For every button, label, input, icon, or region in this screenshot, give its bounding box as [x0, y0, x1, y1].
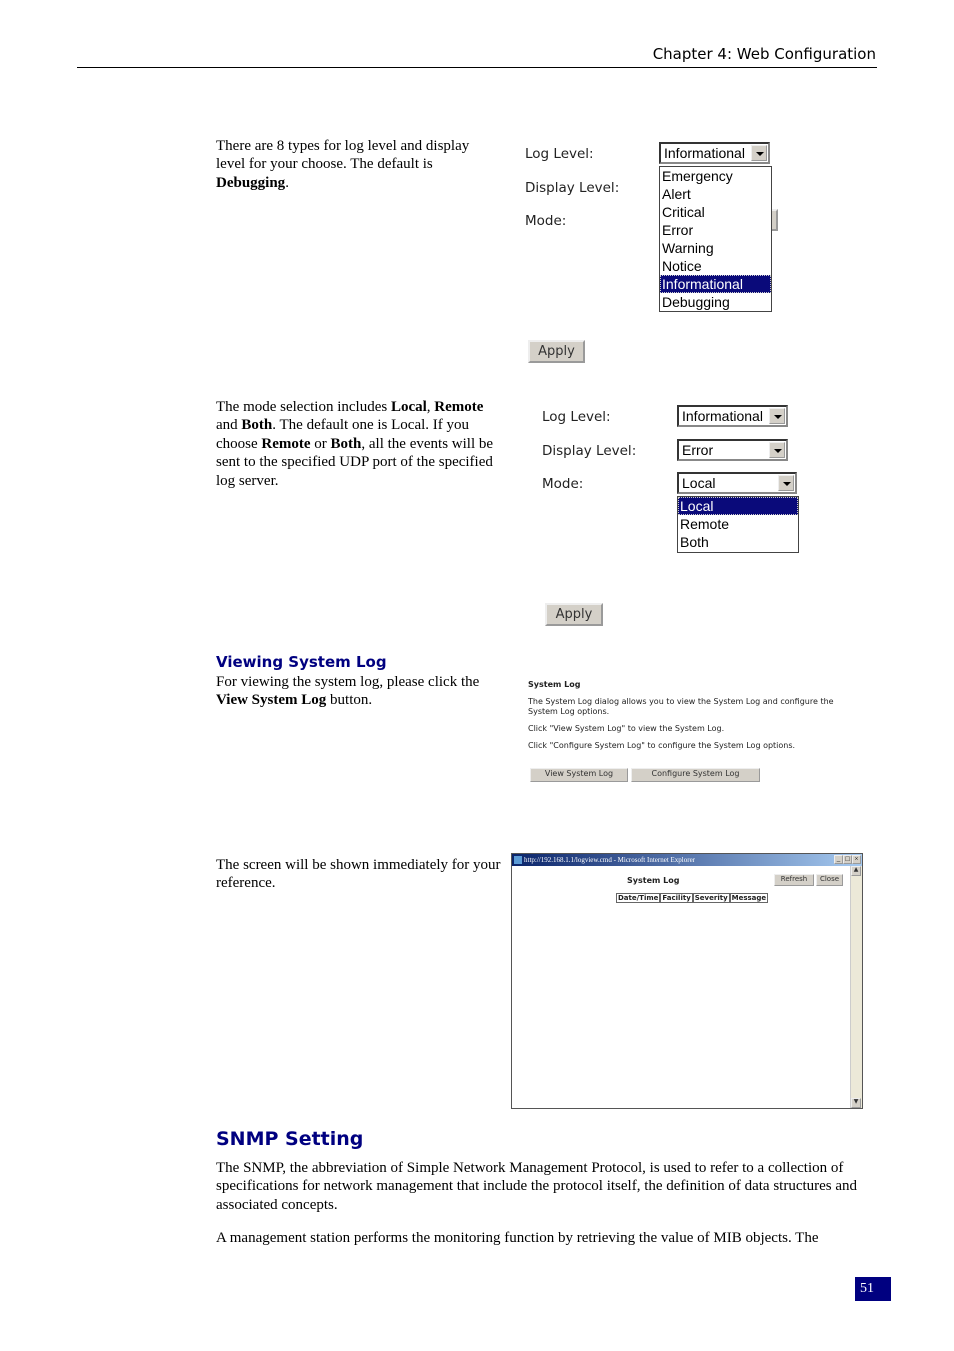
emphasis: Local: [390, 399, 427, 415]
system-log-panel-title: System Log: [528, 680, 581, 689]
system-log-heading: System Log: [627, 876, 680, 885]
chevron-down-icon[interactable]: [769, 408, 785, 424]
snmp-paragraph-2: A management station performs the monito…: [216, 1230, 819, 1246]
viewing-system-log-heading: Viewing System Log: [216, 653, 387, 671]
dropdown-option[interactable]: Remote: [678, 515, 798, 533]
mode-select[interactable]: Local: [677, 472, 797, 494]
emphasis: View System Log: [216, 692, 327, 709]
viewing-system-log-description: For viewing the system log, please click…: [216, 673, 501, 710]
text: There are 8 types for log level and disp…: [216, 138, 470, 173]
dropdown-option[interactable]: Emergency: [660, 167, 771, 185]
column-header: Severity: [692, 893, 730, 903]
view-system-log-button[interactable]: View System Log: [530, 768, 628, 782]
column-header: Message: [729, 893, 769, 903]
log-level-select[interactable]: Informational: [659, 142, 770, 164]
log-level-dropdown-list[interactable]: Emergency Alert Critical Error Warning Notice…: [659, 166, 772, 312]
snmp-setting-heading: SNMP Setting: [216, 1128, 364, 1150]
scroll-down-icon[interactable]: ▼: [851, 1098, 861, 1108]
emphasis: Both: [241, 417, 273, 434]
mode-label: Mode:: [542, 476, 584, 492]
column-header: Facility: [660, 893, 693, 903]
dropdown-option[interactable]: Notice: [660, 257, 771, 275]
display-level-label: Display Level:: [525, 180, 620, 196]
log-level-select[interactable]: Informational: [677, 405, 788, 427]
vertical-scrollbar[interactable]: ▲ ▼: [850, 866, 862, 1108]
window-title: http://192.168.1.1/logview.cmd - Microso…: [524, 856, 696, 864]
refresh-button[interactable]: Refresh: [774, 874, 814, 886]
display-level-select[interactable]: Error: [677, 439, 788, 461]
emphasis: Remote: [434, 399, 484, 415]
chevron-down-icon[interactable]: [751, 145, 767, 161]
close-icon[interactable]: ×: [852, 855, 861, 864]
log-level-description: There are 8 types for log level and disp…: [216, 137, 501, 192]
emphasis: Remote: [261, 435, 311, 452]
apply-button[interactable]: Apply: [545, 603, 603, 626]
dropdown-option[interactable]: Critical: [660, 203, 771, 221]
close-button[interactable]: Close: [816, 874, 843, 886]
text: button.: [326, 692, 373, 709]
dropdown-option[interactable]: Both: [678, 533, 798, 551]
configure-system-log-button[interactable]: Configure System Log: [631, 768, 760, 782]
mode-description: The mode selection includes Local, Remot…: [216, 398, 506, 490]
browser-title-bar: http://192.168.1.1/logview.cmd - Microso…: [512, 854, 862, 866]
dropdown-option[interactable]: Alert: [660, 185, 771, 203]
column-header: Date/Time: [616, 893, 661, 903]
text: and: [216, 417, 242, 434]
snmp-paragraph-1: The SNMP, the abbreviation of Simple Net…: [216, 1160, 858, 1213]
apply-button[interactable]: Apply: [528, 340, 585, 363]
text: .: [285, 174, 289, 191]
maximize-icon[interactable]: □: [843, 855, 852, 864]
chevron-down-icon[interactable]: [778, 475, 794, 491]
system-log-panel-intro: The System Log dialog allows you to view…: [528, 697, 834, 716]
selected-value: Informational: [664, 145, 745, 161]
mode-dropdown-list[interactable]: Local Remote Both: [677, 496, 799, 553]
emphasis: Debugging: [216, 174, 286, 191]
screen-reference-description: The screen will be shown immediately for…: [216, 857, 501, 892]
dropdown-option[interactable]: Local: [678, 497, 798, 515]
text: or: [310, 435, 331, 452]
chapter-title: Chapter 4: Web Configuration: [652, 45, 876, 63]
text: For viewing the system log, please click…: [216, 674, 480, 690]
ie-logo-icon: [514, 856, 522, 864]
minimize-icon[interactable]: _: [834, 855, 843, 864]
dropdown-option[interactable]: Debugging: [660, 293, 771, 311]
page-number: 51: [855, 1277, 891, 1301]
selected-value: Local: [682, 475, 716, 491]
system-log-panel-configure-hint: Click "Configure System Log" to configur…: [528, 741, 796, 750]
log-level-label: Log Level:: [542, 409, 611, 425]
system-log-panel-view-hint: Click "View System Log" to view the Syst…: [528, 724, 725, 733]
dropdown-option[interactable]: Informational: [660, 275, 771, 293]
header-divider: [77, 67, 877, 68]
browser-window: http://192.168.1.1/logview.cmd - Microso…: [511, 853, 863, 1109]
scroll-up-icon[interactable]: ▲: [851, 866, 861, 876]
dropdown-option[interactable]: Error: [660, 221, 771, 239]
emphasis: Both: [330, 435, 362, 452]
text: The mode selection includes: [216, 399, 391, 415]
mode-label: Mode:: [525, 213, 567, 229]
dropdown-option[interactable]: Warning: [660, 239, 771, 257]
log-level-label: Log Level:: [525, 146, 594, 162]
selected-value: Informational: [682, 408, 763, 424]
log-table-header: Date/Time Facility Severity Message: [616, 893, 769, 903]
chevron-down-icon[interactable]: [769, 442, 785, 458]
selected-value: Error: [682, 442, 714, 458]
display-level-label: Display Level:: [542, 443, 637, 459]
